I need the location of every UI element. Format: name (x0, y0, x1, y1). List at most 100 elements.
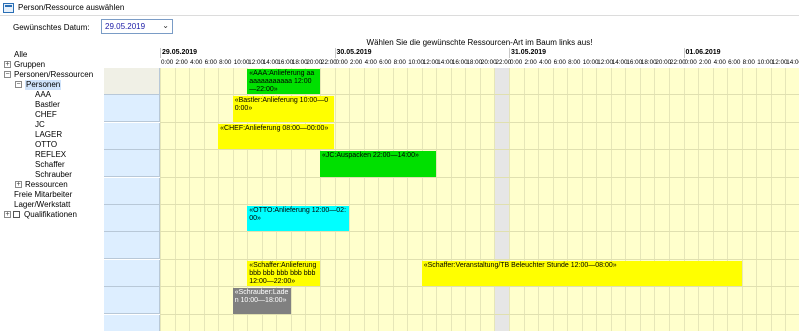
grid-vline (581, 68, 583, 331)
tree-item-otto[interactable]: OTTO (0, 140, 104, 150)
hour-label: 16:00 (451, 59, 468, 66)
hour-label: 16:00 (626, 59, 643, 66)
hour-label: 18:00 (640, 59, 657, 66)
resource-row-label[interactable] (104, 232, 160, 260)
resource-row-label[interactable] (104, 287, 160, 315)
grid-hline (160, 231, 799, 233)
appointment-block[interactable]: «JC:Auspacken 22:00—14:00» (319, 151, 437, 177)
hour-label: 20:00 (480, 59, 497, 66)
grid-vline (596, 68, 598, 331)
grid-hline (160, 121, 799, 123)
resource-row-label[interactable] (104, 259, 160, 287)
tree-item-chef[interactable]: CHEF (0, 110, 104, 120)
hour-label: 4:00 (364, 59, 377, 66)
hour-label: 2:00 (524, 59, 537, 66)
hour-label: 2:00 (699, 59, 712, 66)
grid-vline (639, 68, 641, 331)
hour-label: 0:00 (510, 59, 523, 66)
appointment-block[interactable]: «Schrauber:Laden 10:00—18:00» (232, 288, 291, 314)
grid-vline (538, 68, 540, 331)
window-title: Person/Ressource auswählen (18, 3, 125, 12)
resource-row-label[interactable] (104, 205, 160, 232)
appointment-block[interactable]: «Schaffer:Veranstaltung/TB Beleuchter St… (421, 260, 742, 287)
grid-vline (567, 68, 569, 331)
hour-label: 14:00 (437, 59, 454, 66)
hour-label: 12:00 (771, 59, 788, 66)
hour-label: 2:00 (350, 59, 363, 66)
grid-vline (654, 68, 656, 331)
grid-vline (683, 68, 685, 331)
grid-vline (407, 68, 409, 331)
tree-item-label: Qualifikationen (24, 210, 77, 219)
appointment-block[interactable]: «CHEF:Anlieferung 08:00—00:00» (218, 123, 335, 150)
hour-label: 2:00 (175, 59, 188, 66)
grid-vline (189, 68, 191, 331)
collapse-icon[interactable]: − (4, 71, 11, 78)
day-header: 29.05.2019 (160, 48, 335, 58)
grid-hline (160, 149, 799, 151)
tree-item-lager-werkstatt[interactable]: Lager/Werkstatt (0, 200, 104, 210)
hour-label: 8:00 (568, 59, 581, 66)
scheduler-body[interactable]: «AAA:Anlieferung aaaaaaaaaaaaa 12:00—22:… (160, 68, 799, 331)
tree-item-schaffer[interactable]: Schaffer (0, 160, 104, 170)
tree-item-ressourcen[interactable]: + Ressourcen (0, 180, 104, 190)
hour-label: 22:00 (320, 59, 337, 66)
tree-item-lager[interactable]: LAGER (0, 130, 104, 140)
expand-icon[interactable]: + (4, 211, 11, 218)
hour-label: 4:00 (539, 59, 552, 66)
tree-item-label: CHEF (35, 110, 57, 119)
header-corner (104, 48, 160, 68)
tree-item-bastler[interactable]: Bastler (0, 100, 104, 110)
resource-row-label[interactable] (104, 95, 160, 123)
appointment-block[interactable]: «Bastler:Anlieferung 10:00—00:00» (232, 96, 335, 122)
appointment-block[interactable]: «AAA:Anlieferung aaaaaaaaaaaaa 12:00—22:… (247, 69, 320, 95)
appointment-block[interactable]: «OTTO:Anlieferung 12:00—02:00» (247, 206, 350, 232)
day-header: 01.06.2019 (683, 48, 799, 58)
hour-label: 6:00 (728, 59, 741, 66)
tree-item-personen-ressourcen[interactable]: − Personen/Ressourcen (0, 70, 104, 80)
tree-item-label: OTTO (35, 140, 58, 149)
tree-item-qualifikationen[interactable]: + Qualifikationen (0, 210, 104, 220)
resource-row-label[interactable] (104, 122, 160, 150)
grid-vline (450, 68, 452, 331)
tree-item-reflex[interactable]: REFLEX (0, 150, 104, 160)
resource-row-label[interactable] (104, 314, 160, 331)
resource-row-label[interactable] (104, 150, 160, 178)
hour-label: 12:00 (248, 59, 265, 66)
grid-vline (712, 68, 714, 331)
tree-item-schrauber[interactable]: Schrauber (0, 170, 104, 180)
hour-label: 10:00 (757, 59, 773, 66)
grid-vline (625, 68, 627, 331)
tree-item-alle[interactable]: Alle (0, 50, 104, 60)
hour-label: 10:00 (582, 59, 599, 66)
hour-label: 6:00 (204, 59, 217, 66)
tree-item-label: Lager/Werkstatt (14, 200, 71, 209)
hour-label: 12:00 (422, 59, 439, 66)
resource-row-label[interactable] (104, 68, 160, 95)
appointment-block[interactable]: «Schaffer:Anlieferung bbb bbb bbb bbb bb… (247, 260, 320, 287)
grid-hline (160, 204, 799, 205)
grid-vline (494, 68, 496, 331)
tree-item-aaa[interactable]: AAA (0, 90, 104, 100)
qualifikationen-checkbox[interactable] (13, 211, 20, 218)
date-value: 29.05.2019 (105, 22, 146, 31)
collapse-icon[interactable]: − (15, 81, 22, 88)
tree-item-gruppen[interactable]: + Gruppen (0, 60, 104, 70)
hour-label: 20:00 (306, 59, 323, 66)
date-picker[interactable]: 29.05.2019 ⌄ (101, 19, 173, 34)
hour-label: 8:00 (393, 59, 406, 66)
scheduler-grid: «AAA:Anlieferung aaaaaaaaaaaaa 12:00—22:… (104, 48, 799, 331)
expand-icon[interactable]: + (4, 61, 11, 68)
hour-label: 22:00 (669, 59, 686, 66)
tree-item-personen[interactable]: − Personen (0, 80, 104, 90)
hour-label: 10:00 (233, 59, 250, 66)
hour-label: 14:00 (786, 59, 799, 66)
chevron-down-icon[interactable]: ⌄ (162, 21, 169, 30)
hour-label: 18:00 (291, 59, 308, 66)
resource-row-label[interactable] (104, 177, 160, 205)
tree-item-jc[interactable]: JC (0, 120, 104, 130)
expand-icon[interactable]: + (15, 181, 22, 188)
tree-item-freie-mitarbeiter[interactable]: Freie Mitarbeiter (0, 190, 104, 200)
tree-item-label: Personen (25, 80, 62, 90)
hour-label: 6:00 (379, 59, 392, 66)
